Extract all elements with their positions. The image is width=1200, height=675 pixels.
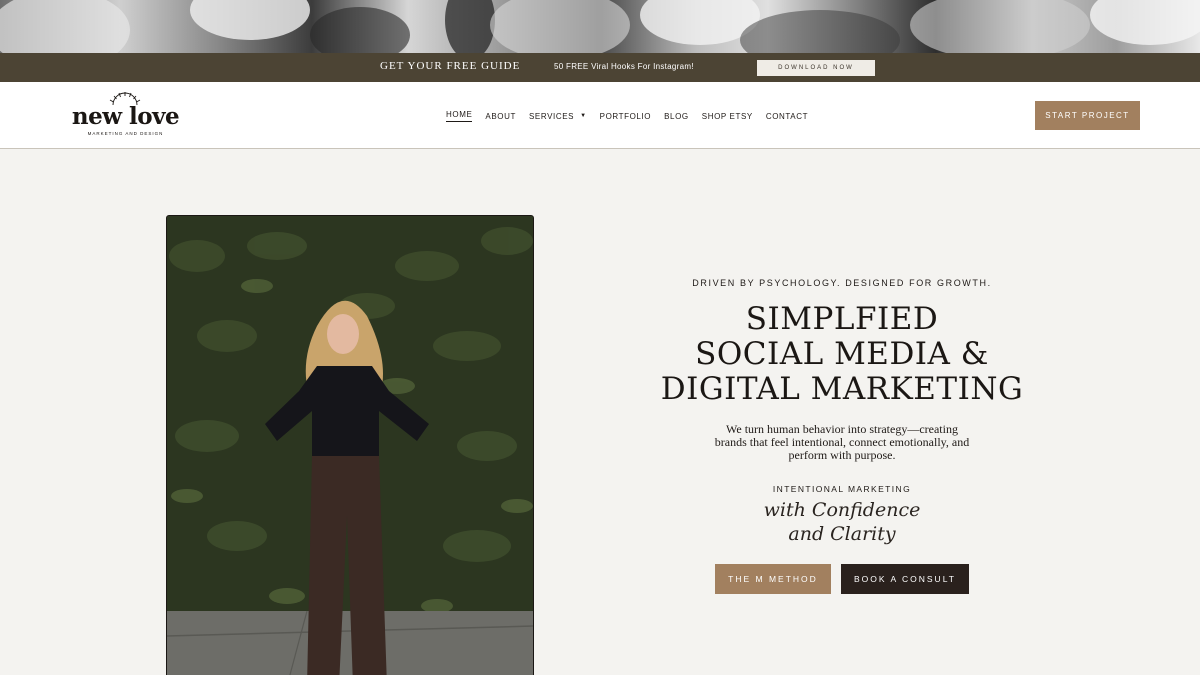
promo-title: GET YOUR FREE GUIDE: [380, 60, 521, 72]
hero-script-text: with Confidence and Clarity: [640, 498, 1044, 546]
script-line-2: and Clarity: [788, 523, 896, 545]
promo-text: 50 FREE Viral Hooks For Instagram!: [554, 62, 694, 71]
download-now-button[interactable]: DOWNLOAD NOW: [757, 60, 875, 76]
hero-portrait-image: [166, 215, 534, 675]
nav-item-blog[interactable]: BLOG: [664, 110, 689, 122]
headline-line-2: SOCIAL MEDIA &: [695, 336, 989, 372]
nav-item-services[interactable]: SERVICES ▼: [529, 110, 587, 122]
hero-headline: SIMPLFIED SOCIAL MEDIA & DIGITAL MARKETI…: [640, 302, 1044, 407]
logo[interactable]: new love MARKETING AND DESIGN: [68, 91, 183, 141]
headline-line-3: DIGITAL MARKETING: [660, 371, 1024, 407]
logo-wordmark: new love: [71, 103, 180, 130]
nav-item-contact[interactable]: CONTACT: [766, 110, 808, 122]
nav-item-services-label: SERVICES: [528, 111, 575, 121]
nav-item-portfolio[interactable]: PORTFOLIO: [600, 110, 651, 122]
nav-item-home[interactable]: HOME: [446, 110, 473, 122]
site-header: new love MARKETING AND DESIGN HOME ABOUT…: [0, 82, 1200, 149]
promo-bar: GET YOUR FREE GUIDE 50 FREE Viral Hooks …: [0, 53, 1200, 82]
headline-line-1: SIMPLFIED: [745, 301, 939, 337]
chevron-down-icon: ▼: [580, 113, 587, 119]
hero-copy: DRIVEN BY PSYCHOLOGY. DESIGNED FOR GROWT…: [640, 278, 1044, 594]
hero-cta-row: THE M METHOD BOOK A CONSULT: [640, 564, 1044, 594]
logo-tagline: MARKETING AND DESIGN: [87, 131, 164, 136]
hero-eyebrow: DRIVEN BY PSYCHOLOGY. DESIGNED FOR GROWT…: [692, 278, 992, 288]
floral-banner-image: [0, 0, 1200, 53]
hero-subtext: We turn human behavior into strategy—cre…: [714, 422, 970, 462]
nav-item-about[interactable]: ABOUT: [485, 110, 516, 122]
script-line-1: with Confidence: [763, 499, 921, 521]
start-project-button[interactable]: START PROJECT: [1035, 101, 1140, 130]
the-m-method-button[interactable]: THE M METHOD: [715, 564, 831, 594]
hero-tag: INTENTIONAL MARKETING: [772, 484, 912, 494]
book-a-consult-button[interactable]: BOOK A CONSULT: [841, 564, 969, 594]
nav-item-shop-etsy[interactable]: SHOP ETSY: [702, 110, 753, 122]
main-nav: HOME ABOUT SERVICES ▼ PORTFOLIO BLOG SHO…: [446, 110, 808, 122]
